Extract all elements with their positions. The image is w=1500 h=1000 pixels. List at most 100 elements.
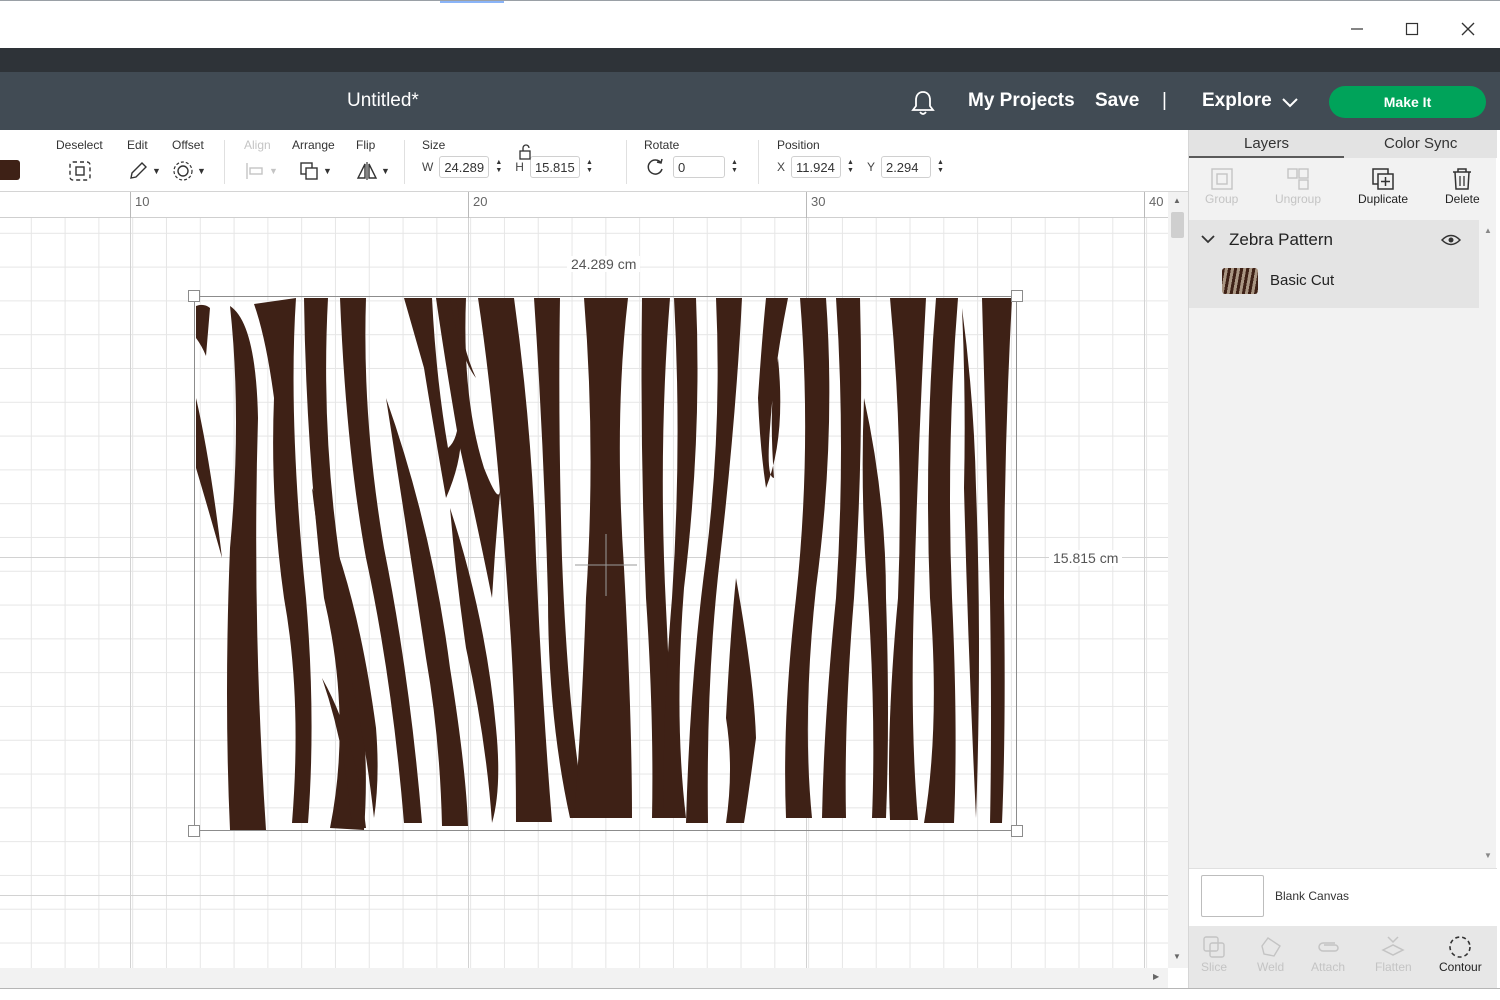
make-it-button[interactable]: Make It [1329, 86, 1486, 118]
width-input[interactable]: 24.289 [439, 156, 490, 178]
ruler-label: 20 [473, 194, 488, 209]
delete-button[interactable]: Delete [1445, 166, 1480, 206]
toolbar-divider [404, 140, 405, 184]
weld-icon [1260, 937, 1281, 957]
flatten-button[interactable]: Flatten [1375, 934, 1412, 974]
edit-tool[interactable]: Edit ▼ [127, 138, 161, 182]
weld-button[interactable]: Weld [1257, 934, 1284, 974]
contour-button[interactable]: Contour [1439, 934, 1482, 974]
ruler-label: 30 [811, 194, 826, 209]
x-input[interactable]: 11.924 [791, 156, 842, 178]
duplicate-button[interactable]: Duplicate [1358, 166, 1408, 206]
layer-group-row[interactable]: Zebra Pattern [1189, 220, 1479, 260]
minimize-icon [1351, 28, 1363, 30]
flip-tool[interactable]: Flip ▼ [356, 138, 390, 182]
dropdown-caret-icon: ▼ [152, 166, 161, 176]
document-title[interactable]: Untitled* [347, 90, 419, 112]
chevron-down-icon[interactable] [1201, 235, 1215, 245]
contour-icon [1449, 936, 1472, 958]
x-stepper[interactable]: ▲ ▼ [847, 159, 854, 175]
panel-tabs: Layers Color Sync [1189, 130, 1497, 158]
close-window-button[interactable] [1454, 15, 1482, 43]
height-input[interactable]: 15.815 [529, 156, 580, 178]
explore-menu[interactable]: Explore [1202, 90, 1272, 112]
flip-label: Flip [356, 138, 376, 152]
resize-handle-top-left[interactable] [188, 290, 200, 302]
rotate-stepper[interactable]: ▲ ▼ [731, 159, 738, 175]
position-control: Position X 11.924 ▲ ▼ Y 2.294 ▲ ▼ [777, 138, 944, 178]
scroll-up-icon[interactable]: ▲ [1484, 226, 1492, 235]
width-dimension-label: 24.289 cm [567, 256, 641, 272]
dropdown-caret-icon: ▼ [269, 166, 278, 176]
align-icon [246, 163, 263, 179]
chevron-down-icon[interactable] [1281, 96, 1299, 114]
save-link[interactable]: Save [1095, 90, 1139, 112]
duplicate-label: Duplicate [1358, 192, 1409, 206]
ungroup-label: Ungroup [1275, 192, 1322, 206]
notifications-bell-icon[interactable] [910, 89, 936, 122]
position-label: Position [777, 138, 820, 152]
slice-button[interactable]: Slice [1201, 934, 1227, 974]
nav-separator: | [1162, 90, 1167, 111]
center-crosshair-icon [575, 534, 637, 596]
titlebar-accent [440, 1, 504, 3]
contour-label: Contour [1439, 960, 1482, 974]
dropdown-caret-icon: ▼ [197, 166, 206, 176]
blank-canvas-row[interactable]: Blank Canvas [1189, 868, 1497, 926]
color-swatch[interactable] [0, 160, 20, 180]
resize-handle-top-right[interactable] [1011, 290, 1023, 302]
scroll-right-icon[interactable]: ▶ [1153, 972, 1159, 981]
arrange-tool[interactable]: Arrange ▼ [292, 138, 335, 182]
dropdown-caret-icon: ▼ [381, 166, 390, 176]
attach-button[interactable]: Attach [1311, 934, 1345, 974]
rotate-input[interactable]: 0 [673, 156, 725, 178]
layers-scrollbar[interactable]: ▲ ▼ [1482, 226, 1494, 866]
scroll-down-icon[interactable]: ▼ [1173, 952, 1181, 961]
height-stepper[interactable]: ▲ ▼ [586, 159, 593, 175]
rotate-label: Rotate [644, 138, 680, 152]
group-icon [1210, 168, 1233, 190]
y-stepper[interactable]: ▲ ▼ [937, 159, 944, 175]
y-axis-label: Y [866, 160, 875, 174]
width-stepper[interactable]: ▲ ▼ [495, 159, 502, 175]
ruler-label: 10 [135, 194, 150, 209]
ungroup-button[interactable]: Ungroup [1275, 166, 1321, 206]
offset-tool[interactable]: Offset ▼ [172, 138, 206, 182]
lock-icon[interactable] [518, 144, 534, 165]
resize-handle-bottom-left[interactable] [188, 825, 200, 837]
top-ruler: 10 20 30 40 [0, 192, 1168, 218]
minimize-button[interactable] [1343, 15, 1371, 43]
layer-item-row[interactable]: Basic Cut [1189, 260, 1479, 308]
tab-color-sync[interactable]: Color Sync [1384, 135, 1457, 152]
layer-group-name: Zebra Pattern [1229, 230, 1333, 249]
tab-layers[interactable]: Layers [1244, 135, 1289, 152]
maximize-button[interactable] [1398, 15, 1426, 43]
scroll-down-icon[interactable]: ▼ [1484, 851, 1492, 860]
width-axis-label: W [422, 160, 434, 174]
attach-label: Attach [1311, 960, 1346, 974]
my-projects-link[interactable]: My Projects [968, 90, 1075, 112]
canvas-horizontal-scrollbar[interactable]: ▶ [0, 968, 1168, 988]
eye-icon[interactable] [1441, 233, 1461, 247]
group-button[interactable]: Group [1205, 166, 1238, 206]
group-label: Group [1205, 192, 1239, 206]
resize-handle-bottom-right[interactable] [1011, 825, 1023, 837]
maximize-icon [1405, 22, 1419, 36]
bottom-tools: Slice Weld Attach Flatten Contour [1189, 926, 1497, 988]
active-tab-indicator [1189, 156, 1344, 158]
scroll-up-icon[interactable]: ▲ [1173, 196, 1181, 205]
deselect-icon [69, 161, 91, 181]
align-tool[interactable]: Align ▼ [244, 138, 278, 182]
y-input[interactable]: 2.294 [880, 156, 931, 178]
arrange-icon [300, 162, 318, 180]
toolbar-divider [758, 140, 759, 184]
deselect-tool[interactable]: Deselect [56, 138, 103, 182]
scrollbar-thumb[interactable] [1171, 212, 1184, 238]
ruler-tick [468, 192, 469, 218]
slice-label: Slice [1201, 960, 1228, 974]
delete-label: Delete [1445, 192, 1480, 206]
deselect-label: Deselect [56, 138, 103, 152]
design-canvas[interactable]: 10 20 30 40 24.289 cm 15.815 cm [0, 192, 1168, 968]
canvas-vertical-scrollbar[interactable]: ▲ ▼ [1168, 192, 1188, 968]
major-gridline [1144, 192, 1145, 968]
